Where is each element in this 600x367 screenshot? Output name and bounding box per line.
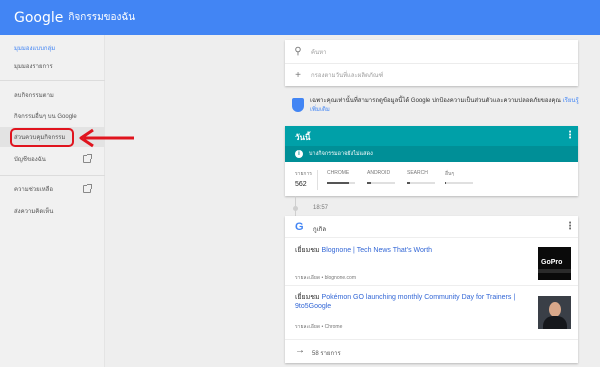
activity-details[interactable]: รายละเอียด • Chrome [295,323,342,331]
stat-bar-other [445,182,473,184]
app-bar: Google กิจกรรมของฉัน [0,0,600,35]
activity-link[interactable]: Pokémon GO launching monthly Community D… [295,294,515,310]
search-card: ⚲ ค้นหา + กรองตามวันที่และผลิตภัณฑ์ [285,40,578,86]
sidebar: มุมมองแบบกลุ่ม มุมมองรายการ ลบกิจกรรมตาม… [0,35,105,367]
person-thumbnail [538,296,571,329]
total-items-stat: รายการ 562 [295,171,312,188]
activity-details[interactable]: รายละเอียด • blognone.com [295,274,356,282]
app-title[interactable]: กิจกรรมของฉัน [68,10,135,25]
shield-lock-icon [292,98,304,112]
activity-link[interactable]: Blognone | Tech News That's Worth [322,247,433,254]
google-g-icon: G [295,221,304,233]
stat-chrome[interactable]: CHROME [327,170,349,176]
today-notice: i บางกิจกรรมอาจยังไม่แสดง [285,146,578,162]
card-header: G กูเกิล ⋮ [285,216,578,238]
highlight-box-annotation [10,128,74,147]
privacy-notice: เฉพาะคุณเท่านั้นที่สามารถดูข้อมูลนี้ได้ … [290,94,580,118]
gopro-thumbnail: GoPro [538,247,571,280]
sidebar-item-other-activity[interactable]: กิจกรรมอื่นๆ บน Google [0,106,105,126]
stat-bar-search [407,182,435,184]
stat-other[interactable]: อื่นๆ [445,170,454,178]
search-input[interactable]: ⚲ ค้นหา [285,40,578,63]
thumbnail-label: GoPro [541,259,563,266]
activity-item[interactable]: เยี่ยมชม Pokémon GO launching monthly Co… [285,286,578,340]
product-name: กูเกิล [313,227,326,233]
divider [0,80,105,81]
more-vert-icon[interactable]: ⋮ [565,131,575,141]
divider [0,175,105,176]
today-header: วันนี้ ⋮ [285,126,578,146]
stat-bar-android [367,182,395,184]
privacy-text: เฉพาะคุณเท่านั้นที่สามารถดูข้อมูลนี้ได้ … [310,98,561,104]
sidebar-item-feedback[interactable]: ส่งความคิดเห็น [0,201,105,221]
timeline-dot [293,206,298,211]
filter-by-date-product[interactable]: + กรองตามวันที่และผลิตภัณฑ์ [285,63,578,86]
info-icon: i [295,150,303,158]
more-items-link[interactable]: → 58 รายการ [285,340,578,363]
google-logo[interactable]: Google [14,10,63,26]
today-summary-card: วันนี้ ⋮ i บางกิจกรรมอาจยังไม่แสดง รายกา… [285,126,578,196]
timeline-time: 18:57 [313,205,329,211]
red-arrow-annotation [79,128,134,148]
divider [317,170,318,190]
plus-icon: + [295,69,301,81]
google-activity-card: G กูเกิล ⋮ เยี่ยมชม Blognone | Tech News… [285,216,578,363]
stat-search[interactable]: SEARCH [407,170,428,176]
sidebar-item-my-account[interactable]: บัญชีของฉัน [0,149,105,169]
activity-stats: รายการ 562 CHROME ANDROID SEARCH อื่นๆ [285,162,578,196]
today-title: วันนี้ [295,133,311,142]
external-link-icon [83,154,92,163]
arrow-right-icon: → [295,345,305,356]
sidebar-item-item-view[interactable]: มุมมองรายการ [0,56,105,76]
sidebar-item-bundle-view[interactable]: มุมมองแบบกลุ่ม [0,38,105,58]
more-vert-icon[interactable]: ⋮ [565,222,575,232]
sidebar-item-delete-activity[interactable]: ลบกิจกรรมตาม [0,85,105,105]
sidebar-item-help[interactable]: ความช่วยเหลือ [0,179,105,199]
external-link-icon [83,184,92,193]
activity-item[interactable]: เยี่ยมชม Blognone | Tech News That's Wor… [285,238,578,286]
stat-bar-chrome [327,182,355,184]
stat-android[interactable]: ANDROID [367,170,390,176]
search-icon: ⚲ [294,46,302,57]
